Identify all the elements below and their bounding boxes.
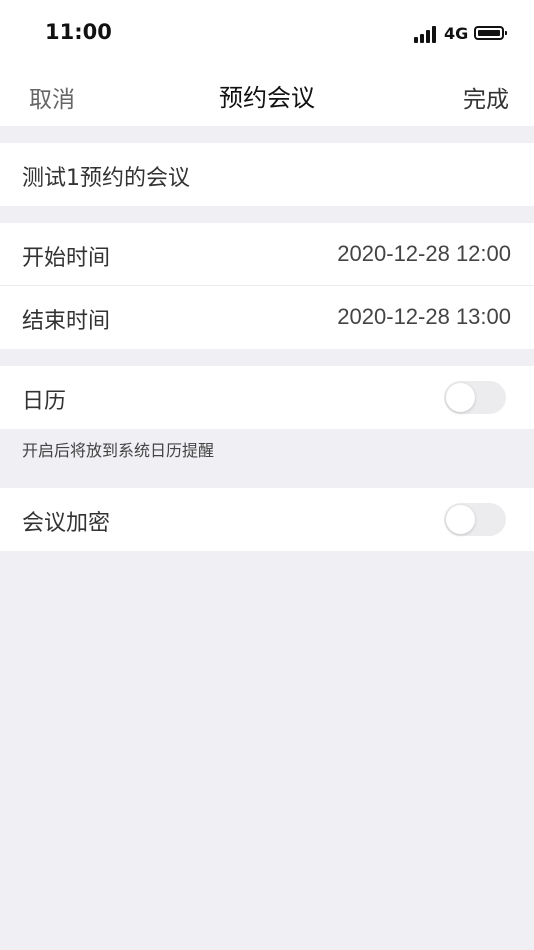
encryption-label: 会议加密 bbox=[22, 511, 111, 536]
end-time-row[interactable]: 结束时间 2020-12-28 13:00 bbox=[0, 286, 534, 349]
start-time-label: 开始时间 bbox=[22, 246, 111, 271]
status-time: 11:00 bbox=[45, 20, 112, 44]
encryption-section: 会议加密 bbox=[0, 488, 534, 551]
end-time-label: 结束时间 bbox=[22, 309, 111, 334]
calendar-hint: 开启后将放到系统日历提醒 bbox=[22, 441, 215, 460]
start-time-row[interactable]: 开始时间 2020-12-28 12:00 bbox=[0, 223, 534, 286]
network-type: 4G bbox=[444, 24, 469, 43]
navigation-bar: 取消 预约会议 完成 bbox=[0, 62, 534, 126]
meeting-subject-field[interactable]: 测试1预约的会议 bbox=[0, 143, 534, 206]
calendar-row: 日历 bbox=[0, 366, 534, 429]
calendar-section: 日历 bbox=[0, 366, 534, 429]
done-button[interactable]: 完成 bbox=[463, 80, 509, 114]
toggle-knob bbox=[446, 383, 475, 412]
status-bar: 11:00 4G bbox=[0, 0, 534, 62]
encryption-toggle[interactable] bbox=[444, 503, 506, 536]
subject-section: 测试1预约的会议 bbox=[0, 143, 534, 206]
battery-icon bbox=[474, 26, 507, 40]
calendar-toggle[interactable] bbox=[444, 381, 506, 414]
signal-bars-icon bbox=[414, 25, 438, 43]
end-time-value: 2020-12-28 13:00 bbox=[337, 304, 511, 329]
calendar-label: 日历 bbox=[22, 389, 67, 414]
start-time-value: 2020-12-28 12:00 bbox=[337, 241, 511, 266]
time-section: 开始时间 2020-12-28 12:00 结束时间 2020-12-28 13… bbox=[0, 223, 534, 349]
meeting-subject-text: 测试1预约的会议 bbox=[22, 166, 190, 191]
toggle-knob bbox=[446, 505, 475, 534]
encryption-row: 会议加密 bbox=[0, 488, 534, 551]
page-title: 预约会议 bbox=[219, 84, 315, 112]
